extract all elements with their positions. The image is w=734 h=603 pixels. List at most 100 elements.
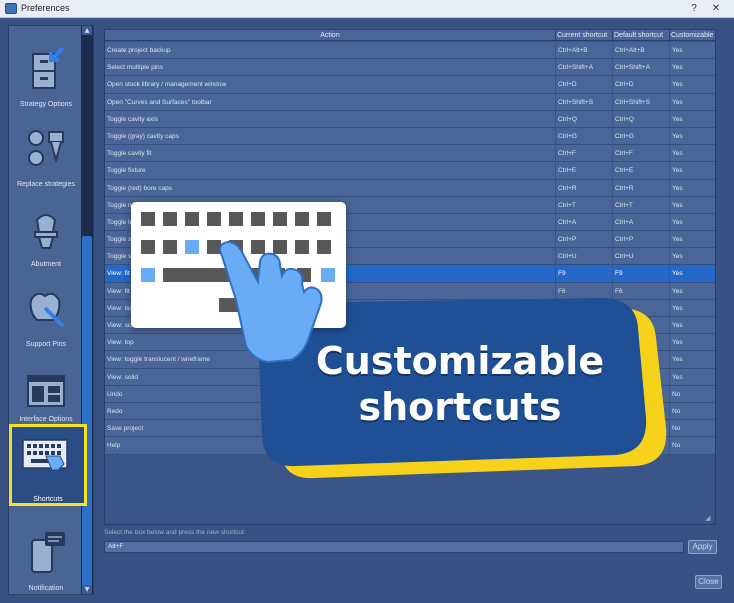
app-icon xyxy=(5,3,17,14)
table-row[interactable]: Open "Curves and Surfaces" toolbar Ctrl+S… xyxy=(105,93,715,111)
cell-default-shortcut: Ctrl+T xyxy=(613,196,670,213)
table-row[interactable]: Toggle fixture Ctrl+E Ctrl+E Yes xyxy=(105,162,715,180)
shortcut-input[interactable]: Alt+F xyxy=(104,541,684,553)
abutment-icon xyxy=(34,214,58,249)
cell-customizable: No xyxy=(670,420,715,436)
scroll-up-icon[interactable]: ▲ xyxy=(82,26,92,35)
cell-current-shortcut xyxy=(556,437,613,454)
cell-current-shortcut: Ctrl+Shift+A xyxy=(556,59,613,76)
table-row[interactable]: Toggle (red) bore caps Ctrl+R Ctrl+R Yes xyxy=(105,179,715,197)
preferences-window: ▲ ▼ Strategy Options Replace strategies xyxy=(0,19,734,603)
table-row[interactable]: Create project backup Ctrl+Alt+B Ctrl+Alt+… xyxy=(105,42,715,60)
cell-default-shortcut: F6 xyxy=(613,282,670,299)
cell-customizable: Yes xyxy=(670,145,715,161)
banner-headline: Customizable shortcuts xyxy=(300,338,620,430)
title-bar: Preferences ? ✕ xyxy=(0,0,734,18)
column-action[interactable]: Action xyxy=(105,30,556,40)
cell-customizable: Yes xyxy=(670,111,715,127)
sidebar-item-strategy-options[interactable]: Strategy Options xyxy=(9,38,83,118)
cell-default-shortcut: Ctrl+G xyxy=(613,127,670,145)
cell-customizable: Yes xyxy=(670,317,715,333)
cell-current-shortcut xyxy=(556,317,613,334)
banner-line-2: shortcuts xyxy=(358,385,562,429)
cell-customizable: Yes xyxy=(670,128,715,144)
cell-action: Help xyxy=(105,437,556,454)
cell-customizable: Yes xyxy=(670,351,715,367)
cell-customizable: Yes xyxy=(670,197,715,213)
cell-current-shortcut: F6 xyxy=(556,282,613,299)
cell-default-shortcut: Ctrl+Shift+S xyxy=(613,93,670,110)
sidebar-item-shortcuts[interactable]: Shortcuts xyxy=(9,424,87,506)
cell-current-shortcut: Ctrl+U xyxy=(556,248,613,265)
cell-default-shortcut xyxy=(613,437,670,454)
cell-customizable: Yes xyxy=(670,334,715,350)
scroll-down-icon[interactable]: ▼ xyxy=(82,585,92,594)
sidebar-item-abutment[interactable]: Abutment xyxy=(9,198,83,278)
cell-default-shortcut: Ctrl+Alt+B xyxy=(613,42,670,59)
keyboard-icon xyxy=(22,439,68,471)
cell-customizable: Yes xyxy=(670,231,715,247)
cell-action: Toggle cavity axis xyxy=(105,110,556,127)
cell-action: Create project backup xyxy=(105,42,556,59)
close-button[interactable]: Close xyxy=(695,575,722,589)
cell-action: Select multiple pins xyxy=(105,59,556,76)
resize-grip-icon[interactable]: ◢ xyxy=(705,514,713,522)
cabinet-icon xyxy=(32,46,65,89)
cell-default-shortcut xyxy=(613,385,670,402)
cell-default-shortcut: Ctrl+D xyxy=(613,76,670,93)
table-row[interactable]: Select multiple pins Ctrl+Shift+A Ctrl+Shi… xyxy=(105,59,715,77)
cell-customizable: Yes xyxy=(670,214,715,230)
table-row[interactable]: Toggle (gray) cavity caps Ctrl+G Ctrl+G Yes xyxy=(105,127,715,146)
sidebar-item-notification[interactable]: Notification xyxy=(9,522,83,594)
cell-current-shortcut: Ctrl+P xyxy=(556,231,613,248)
sidebar-item-replace-strategies[interactable]: Replace strategies xyxy=(9,118,83,198)
sidebar-item-label: Support Pins xyxy=(25,341,67,348)
sidebar-item-label: Strategy Options xyxy=(19,101,73,108)
table-row[interactable]: Toggle cavity fit Ctrl+F Ctrl+F Yes xyxy=(105,145,715,163)
cell-current-shortcut: Ctrl+Shift+S xyxy=(556,93,613,110)
cell-current-shortcut: F9 xyxy=(556,265,613,282)
cell-default-shortcut: F5 xyxy=(613,299,670,316)
phone-icon xyxy=(31,532,65,573)
cell-current-shortcut xyxy=(556,299,613,316)
table-row[interactable]: Toggle cavity axis Ctrl+Q Ctrl+Q Yes xyxy=(105,110,715,128)
cell-customizable: No xyxy=(670,437,715,453)
cell-default-shortcut: Ctrl+F xyxy=(613,145,670,162)
cell-action: Toggle cavity fit xyxy=(105,145,556,162)
cell-customizable: Yes xyxy=(670,180,715,196)
support-pins-icon xyxy=(29,292,65,328)
apply-button[interactable]: Apply xyxy=(688,540,717,554)
cell-default-shortcut xyxy=(613,334,670,351)
cell-current-shortcut: Ctrl+T xyxy=(556,196,613,213)
table-row[interactable]: Help No xyxy=(105,437,715,455)
help-button[interactable]: ? xyxy=(686,2,702,16)
column-current-shortcut[interactable]: Current shortcut xyxy=(556,30,613,40)
cell-current-shortcut: Ctrl+F xyxy=(556,145,613,162)
column-customizable[interactable]: Customizable xyxy=(670,30,715,40)
cell-default-shortcut xyxy=(613,368,670,385)
cell-default-shortcut: Ctrl+P xyxy=(613,231,670,248)
table-row[interactable]: Open stock library / management window Ct… xyxy=(105,76,715,94)
cell-customizable: Yes xyxy=(670,265,715,281)
sidebar-item-label: Notification xyxy=(28,585,64,592)
replace-icon xyxy=(28,130,64,166)
sidebar-scroll-thumb[interactable] xyxy=(82,236,92,591)
cell-current-shortcut: Ctrl+A xyxy=(556,213,613,231)
cell-default-shortcut: F9 xyxy=(613,265,670,282)
column-default-shortcut[interactable]: Default shortcut xyxy=(613,30,670,40)
cell-customizable: Yes xyxy=(670,369,715,385)
cell-current-shortcut: Ctrl+G xyxy=(556,127,613,145)
sidebar-item-label: Abutment xyxy=(31,261,61,268)
cell-customizable: Yes xyxy=(670,59,715,75)
cell-current-shortcut: Ctrl+D xyxy=(556,76,613,93)
cell-default-shortcut: Ctrl+E xyxy=(613,162,670,179)
cell-current-shortcut: Ctrl+Q xyxy=(556,110,613,127)
close-window-button[interactable]: ✕ xyxy=(708,2,724,16)
sidebar-item-label: Shortcuts xyxy=(33,496,63,503)
sidebar-item-support-pins[interactable]: Support Pins xyxy=(9,278,83,358)
cell-default-shortcut: Ctrl+R xyxy=(613,179,670,196)
cell-customizable: Yes xyxy=(670,42,715,58)
banner-line-1: Customizable xyxy=(315,339,605,383)
cell-default-shortcut: Ctrl+U xyxy=(613,248,670,265)
cell-customizable: Yes xyxy=(670,283,715,299)
